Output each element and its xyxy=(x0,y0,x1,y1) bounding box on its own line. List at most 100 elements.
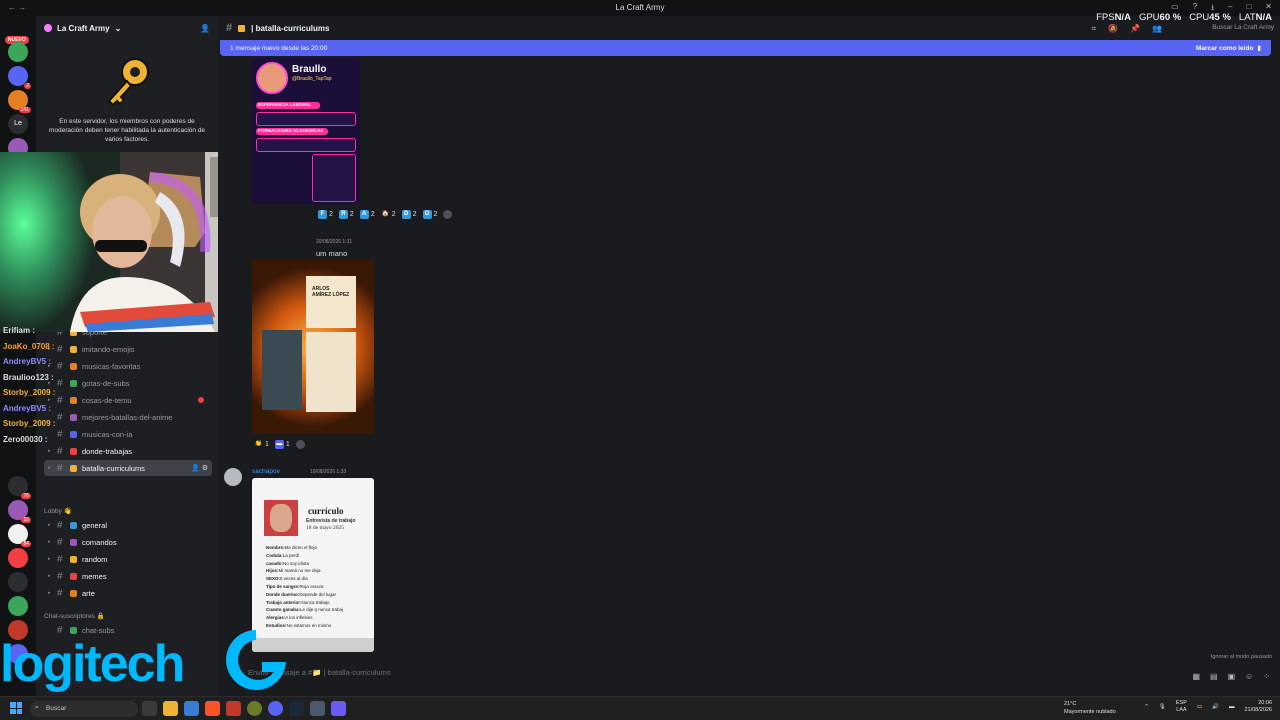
stream-chat-user: Zero00030 : xyxy=(3,434,48,444)
photo-frame xyxy=(264,500,298,536)
app-red-icon[interactable] xyxy=(226,701,241,716)
hash-icon: # xyxy=(57,462,63,474)
reaction[interactable]: F2 xyxy=(318,210,333,219)
channel-title: | batalla-curriculums xyxy=(251,23,330,33)
mfa-notice: En este servidor, los miembros con poder… xyxy=(36,40,218,152)
category-subs[interactable]: Chat-suscriptores 🔒 xyxy=(44,612,105,620)
task-view-icon[interactable] xyxy=(142,701,157,716)
category-lobby[interactable]: Lobby 👋 xyxy=(44,507,72,515)
server-icon[interactable] xyxy=(8,42,28,62)
windows-start-icon[interactable] xyxy=(10,702,22,714)
channel-comandos[interactable]: ▸ # comandos xyxy=(44,534,212,550)
channel-label: arte xyxy=(82,588,95,598)
server-icon[interactable]: Le xyxy=(8,114,28,134)
threads-icon[interactable]: ⌗ xyxy=(1092,24,1097,34)
channel-arte[interactable]: ▸ # arte xyxy=(44,585,212,601)
reaction-emoji-icon: R xyxy=(338,210,348,219)
members-icon[interactable]: 👥 xyxy=(1152,24,1162,34)
network-icon[interactable]: ▭ xyxy=(1197,704,1202,710)
server-icon[interactable] xyxy=(8,572,28,592)
gif-icon[interactable]: ▤ xyxy=(1210,672,1218,681)
guild-icon xyxy=(44,24,52,32)
chevron-right-icon: ▸ xyxy=(48,556,51,562)
reaction[interactable]: 👏 1 xyxy=(254,440,269,449)
logitech-wordmark: logitech xyxy=(0,635,185,693)
chevron-up-icon[interactable]: ⌃ xyxy=(1144,704,1149,710)
reaction-count: 2 xyxy=(433,211,438,218)
braulio-section1: EXPERIENCIA LABORAL xyxy=(256,102,320,109)
add-reaction-icon[interactable] xyxy=(443,210,453,219)
taskbar-apps xyxy=(142,701,346,716)
server-badge: 16 xyxy=(21,517,31,523)
chevron-right-icon: ▸ xyxy=(48,573,51,579)
guild-header[interactable]: La Craft Army ⌄ 👤 xyxy=(36,16,218,40)
search-input[interactable]: Buscar La Craft Army xyxy=(1162,24,1274,35)
cv-field: Nombre:Me dicen el flojo xyxy=(266,545,318,550)
reactions-row-1: F 2 R 2 A 2 🏠 2 D 2 O 2 xyxy=(318,210,453,219)
cv-field: Trabajo anterior:Nunca trabajo xyxy=(266,599,330,605)
reaction[interactable]: A2 xyxy=(359,210,375,219)
channel-batalla-curriculums[interactable]: ▸ # batalla-curriculums 👤 ⚙ xyxy=(44,460,212,476)
server-icon[interactable]: 16 xyxy=(8,500,31,523)
braulio-resume-image[interactable]: Braullo @Braullo_TapTap EXPERIENCIA LABO… xyxy=(252,58,360,204)
language-indicator[interactable]: ESP LAA xyxy=(1176,700,1187,714)
avatar[interactable] xyxy=(224,468,242,486)
hash-icon: # xyxy=(57,570,63,582)
volume-icon[interactable]: 🔊 xyxy=(1212,704,1219,710)
sticker-icon[interactable]: ▣ xyxy=(1228,672,1236,681)
settings-app-icon[interactable] xyxy=(184,701,199,716)
mfa-text: En este servidor, los miembros con poder… xyxy=(48,118,206,143)
curriculum-date: 18 de mayo 2025 xyxy=(306,525,345,531)
main-panel: # | batalla-curriculums FPSN/A GPU60 % CPU… xyxy=(218,12,1280,696)
reaction[interactable]: R2 xyxy=(338,210,354,219)
server-icon[interactable]: 84 xyxy=(8,524,31,547)
mic-icon[interactable]: 🎙 xyxy=(1159,704,1166,710)
reaction[interactable]: ▬ 1 xyxy=(274,440,290,449)
reaction[interactable]: 🏠 2 xyxy=(381,210,395,219)
app-gear-icon[interactable] xyxy=(310,701,325,716)
reaction-count: 2 xyxy=(412,211,417,218)
reaction[interactable]: O2 xyxy=(422,210,438,219)
obs-icon[interactable] xyxy=(331,701,346,716)
pin-icon[interactable]: 📌 xyxy=(1130,24,1140,34)
add-member-icon[interactable]: 👤 xyxy=(200,24,210,33)
new-messages-bar[interactable]: 1 mensaje nuevo desde las 20:00 Marcar c… xyxy=(220,40,1271,56)
message-author[interactable]: sachapov xyxy=(252,468,280,475)
perf-stats: FPSN/A GPU60 % CPU45 % LATN/A xyxy=(1096,12,1272,23)
discord-icon[interactable] xyxy=(268,701,283,716)
stream-chat-user: Braulioo123 : xyxy=(3,372,54,382)
server-icon[interactable]: 2 xyxy=(8,66,31,89)
server-icon[interactable] xyxy=(8,596,28,616)
reaction[interactable]: D2 xyxy=(401,210,417,219)
weather-widget[interactable]: 21°C Mayormente nublado xyxy=(1064,700,1116,716)
mute-icon[interactable]: 🔕 xyxy=(1108,24,1118,34)
app-green-icon[interactable] xyxy=(247,701,262,716)
file-explorer-icon[interactable] xyxy=(163,701,178,716)
apps-icon[interactable]: ⁘ xyxy=(1263,672,1270,681)
battery-icon[interactable]: ▬ xyxy=(1229,704,1235,710)
gift-icon[interactable]: ▦ xyxy=(1192,672,1200,681)
brave-icon[interactable] xyxy=(205,701,220,716)
channel-general[interactable]: ▸ # general xyxy=(44,517,212,533)
emoji-icon[interactable]: ☺ xyxy=(1245,672,1253,681)
message-input[interactable]: Enviar mensaje a #📁 | batalla-curriculum… xyxy=(248,668,1268,686)
mark-read-button[interactable]: Marcar como leído xyxy=(1196,45,1253,52)
channel-emoji-icon xyxy=(70,464,77,472)
stat-lat: LATN/A xyxy=(1238,12,1272,23)
clock[interactable]: 20:06 21/08/2026 xyxy=(1244,700,1272,714)
channel-settings-icons[interactable]: 👤 ⚙ xyxy=(191,464,208,472)
server-icon[interactable]: 76 xyxy=(8,476,31,499)
server-icon[interactable]: 141 xyxy=(8,90,31,113)
add-reaction-icon[interactable] xyxy=(295,440,305,449)
hash-icon: # xyxy=(57,587,63,599)
taskbar-search[interactable]: ⌕ Buscar xyxy=(30,701,138,717)
server-icon[interactable] xyxy=(8,548,28,568)
composer-icons: ▦ ▤ ▣ ☺ ⁘ xyxy=(1192,672,1270,681)
server-badge: 76 xyxy=(21,493,31,499)
channel-memes[interactable]: ▸ # memes xyxy=(44,568,212,584)
braulio-section2: FORMACIONES ACADEMICAS xyxy=(256,128,328,135)
channel-random[interactable]: ▸ # random xyxy=(44,551,212,567)
stat-cpu: CPU45 % xyxy=(1189,12,1231,23)
steam-icon[interactable] xyxy=(289,701,304,716)
carlos-resume-image[interactable]: ARLOS AMÍREZ LÓPEZ xyxy=(252,260,374,434)
